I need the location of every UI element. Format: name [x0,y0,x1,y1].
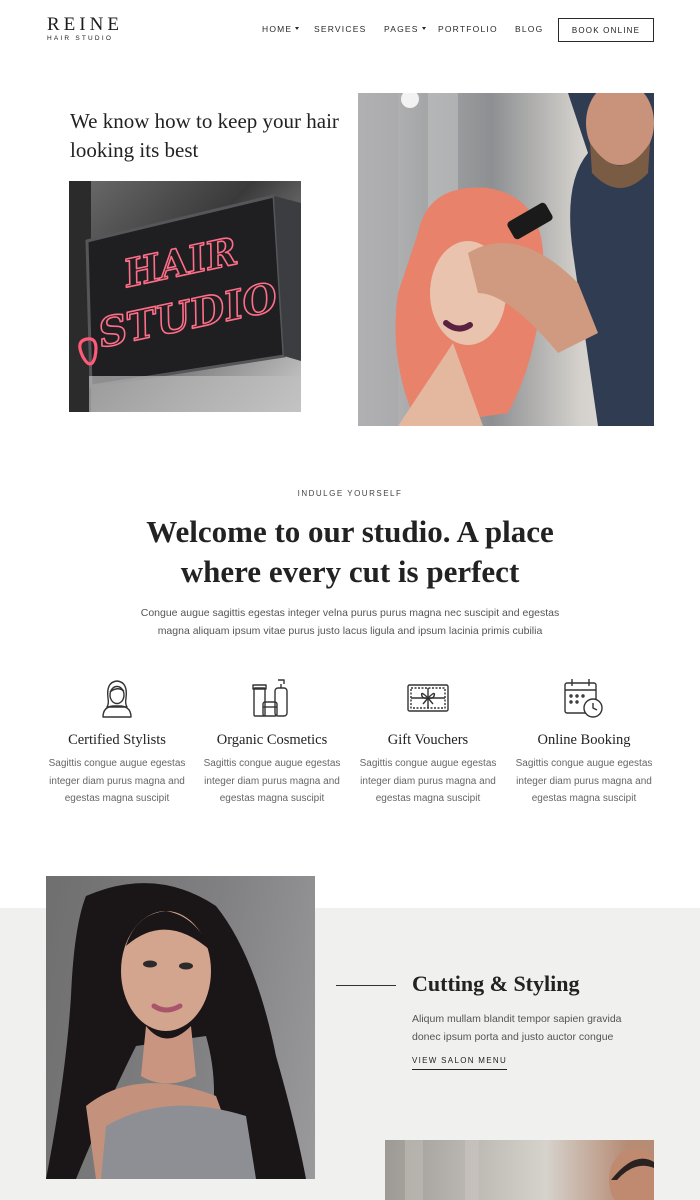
welcome-title: Welcome to our studio. A place where eve… [146,514,554,589]
nav-item-label: PAGES [384,24,419,34]
hero-tagline: We know how to keep your hair looking it… [70,109,339,162]
book-online-button[interactable]: BOOK ONLINE [558,18,654,42]
nav-item-label: BLOG [515,24,544,34]
chevron-down-icon [421,27,426,30]
calendar-clock-icon [564,679,603,718]
chevron-down-icon [295,27,300,30]
cosmetics-icon [252,679,288,717]
feature-title: Online Booking [537,732,631,748]
neon-sign-photo: HAIR STUDIO [69,181,301,412]
stylist-at-work-photo [358,93,654,426]
nav-item-label: PORTFOLIO [438,24,498,34]
view-salon-menu-link[interactable]: VIEW SALON MENU [412,1056,508,1070]
nav-item-pages[interactable]: PAGES [384,24,426,34]
model-portrait-photo [46,876,315,1179]
nav-item-label: HOME [262,24,293,34]
barber-illustration [405,1140,654,1200]
nav-item-home[interactable]: HOME [262,24,300,34]
section-eyebrow: INDULGE YOURSELF [297,489,403,498]
stylist-illustration [358,93,654,426]
logo-subtitle: HAIR STUDIO [47,35,114,42]
feature-text: Sagittis congue augue egestas integer di… [203,758,341,804]
nav-item-services[interactable]: SERVICES [314,24,366,34]
feature-title: Certified Stylists [68,732,166,748]
feature-title: Organic Cosmetics [216,732,328,748]
feature-organic-cosmetics: Organic Cosmetics Sagittis congue augue … [197,676,347,808]
feature-title: Gift Vouchers [387,732,469,748]
nav-item-portfolio[interactable]: PORTFOLIO [438,24,498,34]
feature-text: Sagittis congue augue egestas integer di… [48,758,186,804]
gift-voucher-icon [407,684,449,712]
service-description: Aliqum mullam blandit tempor sapien grav… [412,1013,622,1043]
nav-item-blog[interactable]: BLOG [515,24,543,34]
feature-text: Sagittis congue augue egestas integer di… [359,758,497,804]
service-title: Cutting & Styling [412,971,580,996]
decorative-rule [336,985,396,986]
model-illustration [46,883,306,1179]
feature-certified-stylists: Certified Stylists Sagittis congue augue… [42,676,192,808]
stylist-icon [102,680,132,718]
feature-text: Sagittis congue augue egestas integer di… [515,758,653,804]
nav-item-label: SERVICES [314,24,367,34]
feature-online-booking: Online Booking Sagittis congue augue ege… [509,676,659,808]
neon-sign-illustration: HAIR STUDIO [69,181,301,412]
feature-gift-vouchers: Gift Vouchers Sagittis congue augue eges… [353,676,503,808]
barber-photo [385,1140,654,1200]
welcome-body: Congue augue sagittis egestas integer ve… [140,607,560,637]
